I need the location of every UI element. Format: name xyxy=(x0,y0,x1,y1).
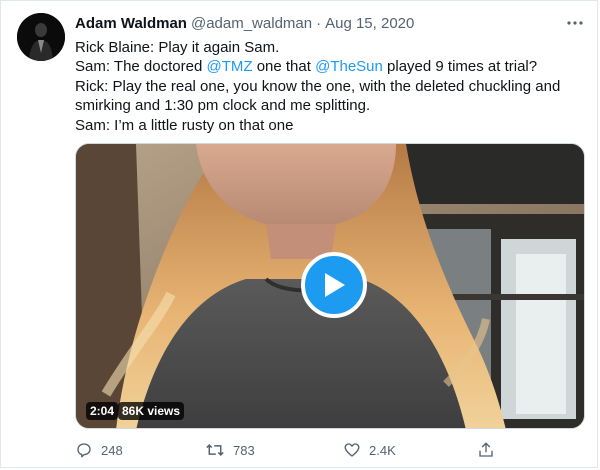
video-player[interactable]: 2:04 86K views xyxy=(75,143,585,429)
play-icon xyxy=(325,273,345,297)
reply-button[interactable]: 248 xyxy=(75,439,123,461)
heart-icon xyxy=(344,443,360,457)
retweet-count: 783 xyxy=(233,442,255,458)
video-duration: 2:04 xyxy=(86,402,119,420)
avatar[interactable] xyxy=(17,13,65,61)
mention-tmz[interactable]: @TMZ xyxy=(206,58,252,75)
mention-thesun[interactable]: @TheSun xyxy=(315,58,383,75)
share-button[interactable] xyxy=(477,439,495,461)
meta-separator: · xyxy=(316,14,322,32)
retweet-icon xyxy=(206,444,224,456)
author-handle[interactable]: @adam_waldman xyxy=(191,15,312,32)
action-bar: 248 783 2.4K xyxy=(75,439,575,461)
tweet-text-segment: played 9 times at trial? xyxy=(382,58,538,76)
tweet-text-segment: Sam: The doctored xyxy=(75,58,207,76)
reply-count: 248 xyxy=(101,442,123,458)
tweet-card[interactable]: Adam Waldman @adam_waldman · Aug 15, 202… xyxy=(0,0,598,468)
share-icon xyxy=(479,442,493,457)
like-count: 2.4K xyxy=(369,442,396,458)
tweet-line: Sam: The doctored @TMZ one that @TheSun … xyxy=(75,57,585,76)
play-button[interactable] xyxy=(301,252,367,318)
tweet-line: Sam: I’m a little rusty on that one xyxy=(75,116,294,134)
tweet-header: Adam Waldman @adam_waldman · Aug 15, 202… xyxy=(75,13,555,33)
reply-icon xyxy=(77,443,91,458)
more-options-button[interactable] xyxy=(563,13,587,33)
tweet-line: Rick: Play the real one, you know the on… xyxy=(75,77,561,115)
video-views: 86K views xyxy=(118,402,185,420)
more-horizontal-icon xyxy=(567,21,583,25)
like-button[interactable]: 2.4K xyxy=(343,439,396,461)
tweet-line: Rick Blaine: Play it again Sam. xyxy=(75,39,280,56)
author-name[interactable]: Adam Waldman xyxy=(75,15,187,32)
tweet-date[interactable]: Aug 15, 2020 xyxy=(325,15,414,32)
tweet-text: Rick Blaine: Play it again Sam. Sam: The… xyxy=(75,38,585,135)
tweet-text-segment: one that xyxy=(252,58,316,76)
avatar-image xyxy=(17,13,65,61)
retweet-button[interactable]: 783 xyxy=(205,439,255,461)
